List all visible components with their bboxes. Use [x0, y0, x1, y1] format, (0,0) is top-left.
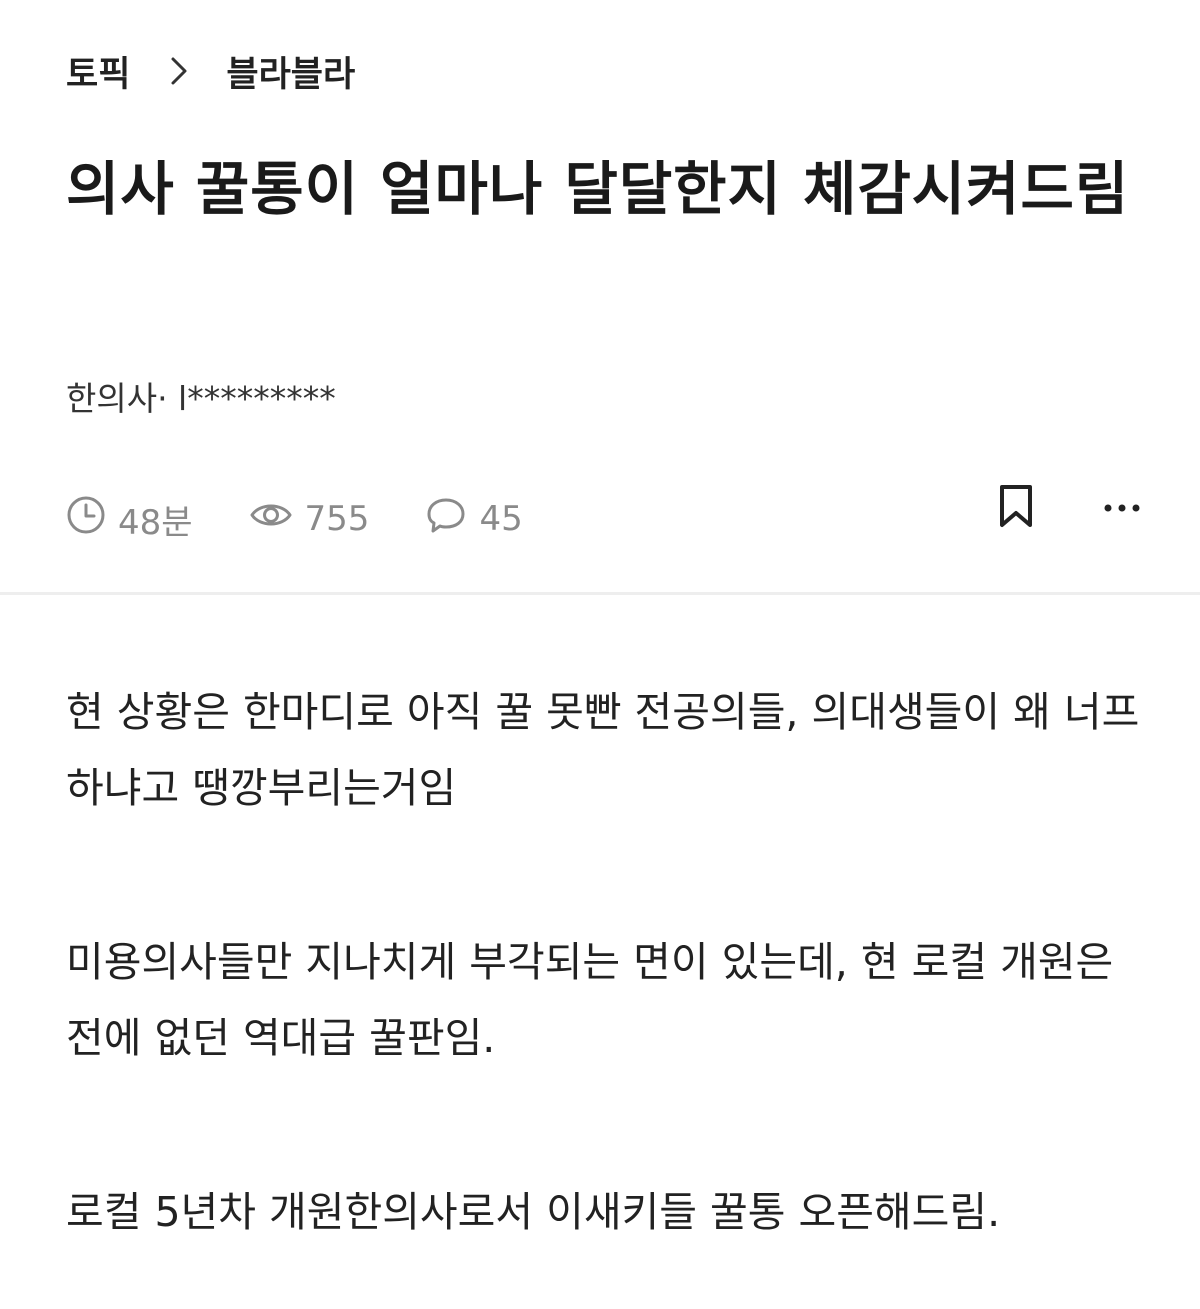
- speech-bubble-icon: [425, 495, 479, 544]
- breadcrumb-item-board[interactable]: 블라블라: [226, 46, 355, 97]
- views-stat: 755: [249, 495, 370, 544]
- bookmark-button[interactable]: [986, 478, 1046, 538]
- more-options-button[interactable]: [1092, 478, 1152, 538]
- eye-icon: [249, 495, 305, 544]
- breadcrumb: 토픽 블라블라: [66, 46, 355, 96]
- time-stat: 48분: [66, 495, 193, 544]
- chevron-right-icon: [170, 56, 188, 86]
- comments-stat: 45: [425, 495, 523, 544]
- body-paragraph: 로컬 5년차 개원한의사로서 이새키들 꿀통 오픈해드림.: [66, 1188, 1001, 1236]
- breadcrumb-item-topic[interactable]: 토픽: [66, 46, 130, 97]
- body-paragraph: 미용의사들만 지나치게 부각되는 면이 있는데, 현 로컬 개원은 전에 없던 …: [66, 938, 1114, 1062]
- clock-icon: [66, 495, 118, 544]
- post-title: 의사 꿀통이 얼마나 달달한지 체감시켜드림: [66, 155, 1130, 223]
- post-meta: 48분 755 45: [66, 492, 579, 546]
- time-value: 48분: [118, 502, 193, 543]
- bookmark-icon: [996, 483, 1036, 533]
- more-horizontal-icon: [1102, 499, 1142, 518]
- views-value: 755: [304, 499, 370, 539]
- section-divider: [0, 592, 1200, 595]
- body-paragraph: 현 상황은 한마디로 아직 꿀 못빤 전공의들, 의대생들이 왜 너프하냐고 땡…: [66, 688, 1140, 812]
- post-actions: [986, 478, 1152, 538]
- comments-value: 45: [479, 499, 523, 539]
- post-body: 현 상황은 한마디로 아직 꿀 못빤 전공의들, 의대생들이 왜 너프하냐고 땡…: [66, 674, 1146, 1250]
- author-line[interactable]: 한의사· l*********: [66, 374, 336, 424]
